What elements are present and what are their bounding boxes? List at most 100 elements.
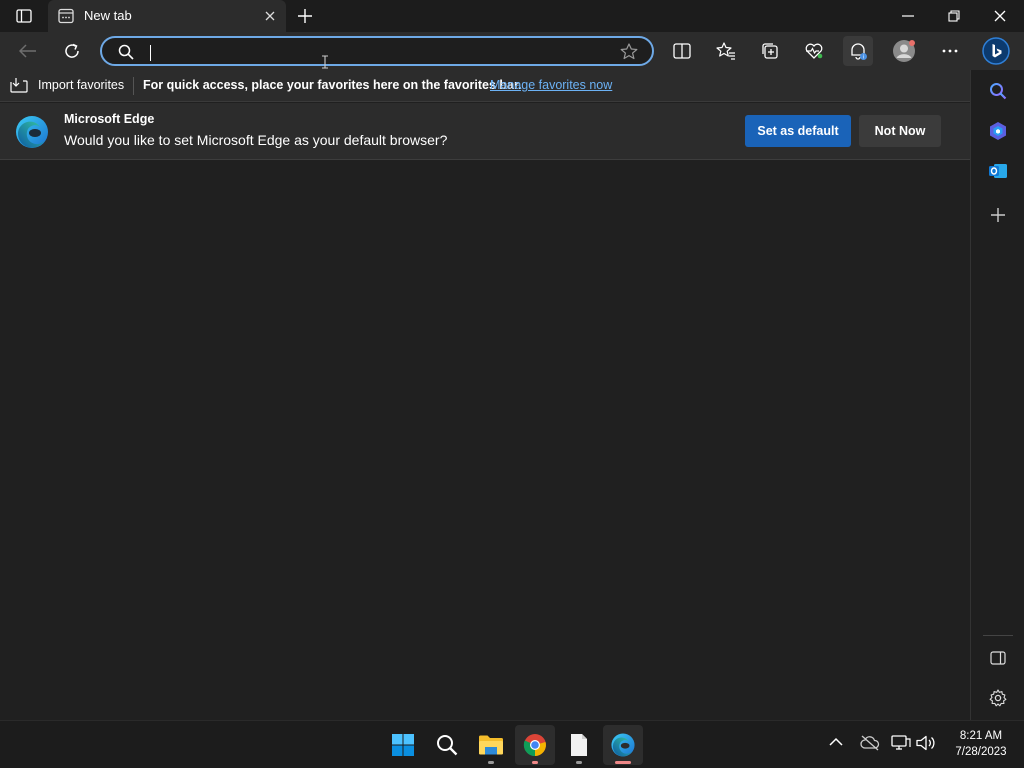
manage-favorites-link[interactable]: Manage favorites now xyxy=(490,78,612,92)
sidebar-outlook-button[interactable] xyxy=(983,156,1013,186)
clock-date: 7/28/2023 xyxy=(955,746,1007,758)
back-button[interactable] xyxy=(13,36,43,66)
taskbar-start-button[interactable] xyxy=(383,725,423,765)
outlook-icon xyxy=(989,164,1007,178)
split-screen-icon xyxy=(673,43,691,59)
minimize-icon xyxy=(902,15,914,17)
volume-icon xyxy=(916,735,935,751)
bing-chat-icon xyxy=(982,37,1010,65)
start-icon xyxy=(392,734,414,756)
sidebar-search-button[interactable] xyxy=(983,76,1013,106)
notifications-button[interactable]: i xyxy=(843,36,873,66)
copilot-icon xyxy=(990,122,1006,140)
hide-sidebar-button[interactable] xyxy=(983,643,1013,673)
taskbar-file-explorer-button[interactable] xyxy=(471,725,511,765)
tab-actions-button[interactable] xyxy=(10,6,38,26)
favorites-bar-hint: For quick access, place your favorites h… xyxy=(143,78,522,92)
hide-sidebar-icon xyxy=(990,651,1006,665)
bing-chat-button[interactable] xyxy=(981,36,1011,66)
title-bar: New tab xyxy=(0,0,1024,32)
new-tab-button[interactable] xyxy=(294,6,316,26)
taskbar-notepad-button[interactable] xyxy=(559,725,599,765)
clock[interactable]: 8:21 AM 7/28/2023 xyxy=(946,728,1016,760)
minimize-button[interactable] xyxy=(892,6,924,26)
close-window-button[interactable] xyxy=(984,6,1016,26)
tab-new-tab[interactable]: New tab xyxy=(48,0,286,32)
running-indicator xyxy=(532,761,538,764)
tab-title: New tab xyxy=(84,8,132,23)
favorites-bar: Import favorites For quick access, place… xyxy=(0,70,970,102)
sidebar-settings-button[interactable] xyxy=(983,683,1013,713)
active-indicator xyxy=(615,761,631,764)
close-icon xyxy=(994,10,1006,22)
settings-and-more-button[interactable] xyxy=(935,36,965,66)
sidebar-divider xyxy=(983,635,1013,636)
set-as-default-button[interactable]: Set as default xyxy=(745,115,851,147)
network-icon xyxy=(891,735,911,750)
taskbar-chrome-button[interactable] xyxy=(515,725,555,765)
performance-icon xyxy=(805,43,823,59)
back-icon xyxy=(19,44,36,58)
collections-icon xyxy=(762,43,778,59)
split-screen-button[interactable] xyxy=(667,36,697,66)
chrome-icon xyxy=(523,734,546,757)
close-tab-button[interactable] xyxy=(262,8,278,24)
running-indicator xyxy=(576,761,582,764)
show-hidden-icons-button[interactable] xyxy=(829,737,843,747)
add-icon xyxy=(991,208,1005,222)
running-indicator xyxy=(488,761,494,764)
not-now-button[interactable]: Not Now xyxy=(859,115,941,147)
text-cursor-icon xyxy=(321,55,329,69)
refresh-icon xyxy=(65,43,79,58)
taskbar: 8:21 AM 7/28/2023 xyxy=(0,720,1024,768)
onedrive-status-button[interactable] xyxy=(860,735,880,751)
infobar-message: Would you like to set Microsoft Edge as … xyxy=(64,132,448,148)
favorites-icon xyxy=(716,42,735,60)
restore-button[interactable] xyxy=(938,6,970,26)
profile-icon xyxy=(893,40,915,62)
taskbar-edge-button[interactable] xyxy=(603,725,643,765)
add-favorite-button[interactable] xyxy=(620,43,638,60)
notifications-icon: i xyxy=(851,43,867,61)
cloud-offline-icon xyxy=(860,735,880,751)
infobar-title: Microsoft Edge xyxy=(64,112,155,126)
tab-actions-icon xyxy=(16,9,32,23)
default-browser-infobar: Microsoft Edge Would you like to set Mic… xyxy=(0,103,970,160)
address-input[interactable] xyxy=(148,42,598,62)
file-explorer-icon xyxy=(479,735,503,755)
sidebar-copilot-button[interactable] xyxy=(983,116,1013,146)
svg-text:i: i xyxy=(863,55,864,61)
search-icon xyxy=(990,83,1007,100)
profile-button[interactable] xyxy=(889,36,919,66)
star-icon xyxy=(620,43,638,60)
notepad-icon xyxy=(571,734,587,756)
chevron-up-icon xyxy=(829,737,843,746)
sidebar xyxy=(970,70,1024,720)
settings-icon xyxy=(989,689,1007,707)
collections-button[interactable] xyxy=(755,36,785,66)
performance-button[interactable] xyxy=(799,36,829,66)
new-tab-page-icon xyxy=(58,8,74,24)
navigation-toolbar: i xyxy=(0,32,1024,70)
import-favorites-button[interactable]: Import favorites xyxy=(10,77,124,93)
refresh-button[interactable] xyxy=(57,36,87,66)
page-content xyxy=(0,160,970,720)
edge-logo-icon xyxy=(14,114,50,150)
clock-time: 8:21 AM xyxy=(959,730,1003,742)
address-bar[interactable] xyxy=(100,36,654,66)
taskbar-search-button[interactable] xyxy=(427,725,467,765)
restore-icon xyxy=(948,10,960,22)
network-button[interactable] xyxy=(891,735,911,751)
edge-icon xyxy=(611,733,635,757)
import-favorites-label: Import favorites xyxy=(38,78,125,92)
plus-icon xyxy=(298,9,312,23)
sidebar-add-button[interactable] xyxy=(983,200,1013,230)
volume-button[interactable] xyxy=(916,735,936,751)
text-caret xyxy=(150,45,151,61)
more-icon xyxy=(942,49,958,53)
import-icon xyxy=(10,78,28,93)
favorites-button[interactable] xyxy=(711,36,741,66)
favbar-divider xyxy=(133,77,134,95)
close-icon xyxy=(265,11,275,21)
search-icon xyxy=(437,735,458,756)
